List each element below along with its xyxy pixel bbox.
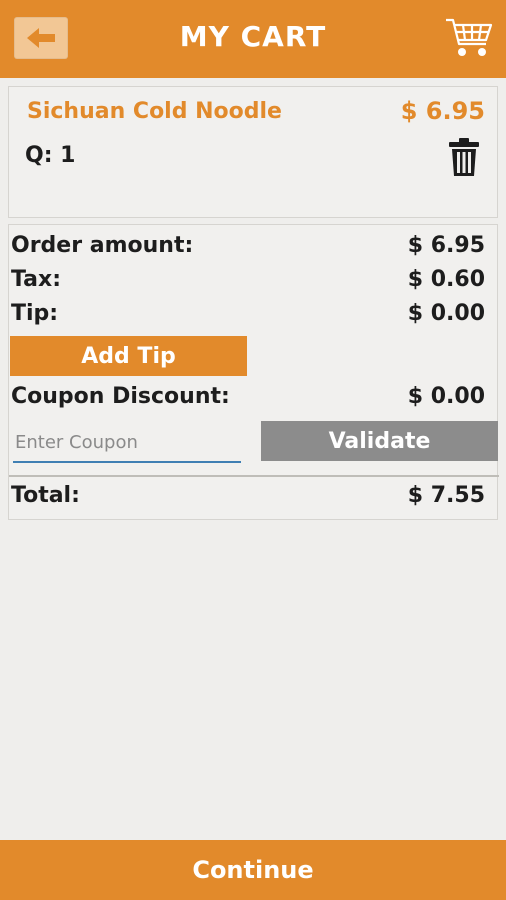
continue-button[interactable]: Continue [0,840,506,900]
divider [9,475,499,477]
coupon-input[interactable] [13,423,241,463]
tip-value: $ 0.00 [407,301,485,326]
total-label: Total: [11,483,80,508]
order-summary: Order amount: $ 6.95 Tax: $ 0.60 Tip: $ … [8,224,499,520]
coupon-discount-value: $ 0.00 [407,384,485,409]
coupon-discount-label: Coupon Discount: [11,384,230,409]
item-quantity: Q: 1 [25,143,76,168]
page-title: MY CART [179,20,327,53]
add-tip-button[interactable]: Add Tip [10,336,247,376]
validate-button[interactable]: Validate [261,421,498,461]
tip-label: Tip: [11,301,59,326]
tax-label: Tax: [11,267,62,292]
tax-value: $ 0.60 [407,267,485,292]
cart-item: Sichuan Cold Noodle $ 6.95 Q: 1 [8,86,498,218]
order-amount-label: Order amount: [11,233,194,258]
item-name: Sichuan Cold Noodle [27,99,282,124]
trash-icon[interactable] [447,137,481,177]
shopping-cart-icon[interactable] [444,16,494,60]
app-header: MY CART [0,0,506,78]
total-value: $ 7.55 [407,483,485,508]
order-amount-value: $ 6.95 [407,233,485,258]
item-price: $ 6.95 [400,97,485,125]
